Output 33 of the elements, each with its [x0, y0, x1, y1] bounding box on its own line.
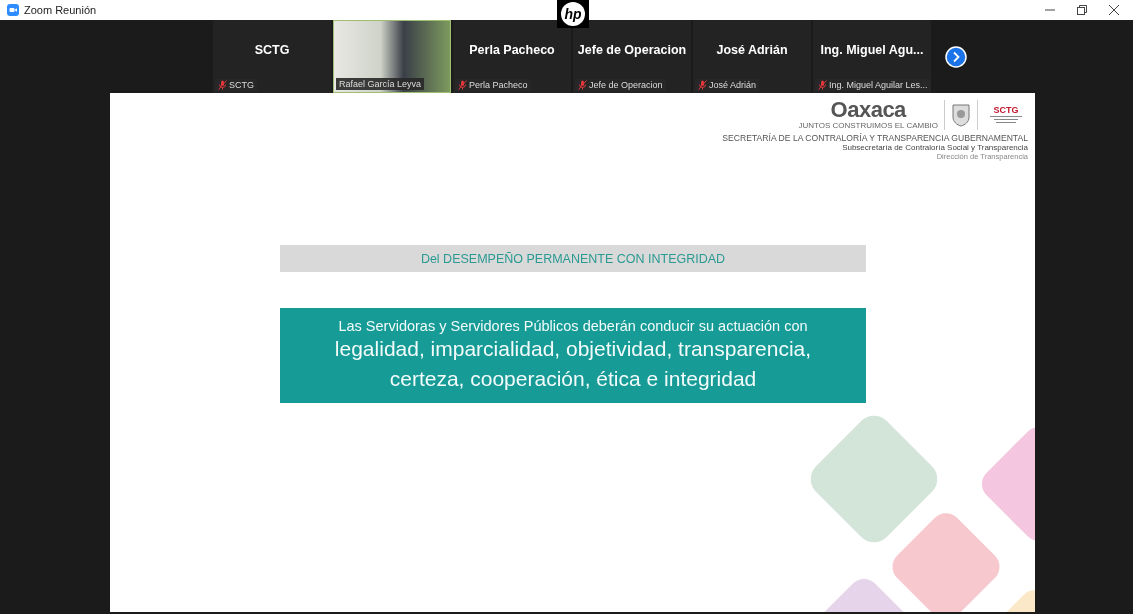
next-page-button[interactable]: [945, 45, 967, 68]
suborganization-name: Subsecretaría de Contraloría Social y Transparencia: [842, 143, 1028, 152]
coat-of-arms-icon: [951, 102, 971, 127]
participant-label: Jefe de Operacion: [575, 79, 666, 91]
participant-tile[interactable]: Perla Pacheco Perla Pacheco: [453, 20, 571, 93]
participant-tile[interactable]: José Adrián José Adrián: [693, 20, 811, 93]
participant-name: Ing. Miguel Agu...: [820, 42, 924, 57]
participant-name: Jefe de Operacion: [577, 42, 687, 57]
participant-label: Perla Pacheco: [455, 79, 531, 91]
organization-name: SECRETARÍA DE LA CONTRALORÍA Y TRANSPARENCIA GUBERNAMENTAL: [722, 133, 1028, 143]
participant-label: SCTG: [215, 79, 257, 91]
participant-label: Rafael García Leyva: [336, 78, 425, 90]
close-icon[interactable]: [1109, 5, 1119, 15]
participant-label: Ing. Miguel Aguilar Les...: [815, 79, 931, 91]
participant-label: José Adrián: [695, 79, 760, 91]
video-camera-icon: [7, 4, 19, 16]
restore-icon[interactable]: [1077, 5, 1087, 15]
slide-heading: Del DESEMPEÑO PERMANENTE CON INTEGRIDAD: [280, 245, 866, 272]
lead-text: Las Servidoras y Servidores Públicos deberán conducir su actuación con: [338, 317, 808, 334]
participant-tile[interactable]: Ing. Miguel Agu... Ing. Miguel Aguilar Les...: [813, 20, 931, 93]
fine-print-drawing: [988, 114, 1024, 125]
values-text: legalidad, imparcialidad, objetividad, transparencia,: [334, 335, 812, 362]
logo-tagline: JUNTOS CONSTRUIMOS EL CAMBIO: [798, 121, 938, 130]
window-title: Zoom Reunión: [24, 4, 97, 16]
participant-tile[interactable]: SCTG SCTG: [213, 20, 331, 93]
hp-logo: hp: [557, 0, 589, 28]
sctg-logo: SCTG: [993, 104, 1019, 115]
participant-name: Perla Pacheco: [469, 42, 555, 57]
values-text: certeza, cooperación, ética e integridad: [389, 365, 757, 392]
oaxaca-logo: Oaxaca: [830, 99, 906, 121]
participant-name: SCTG: [254, 42, 290, 57]
participant-name: José Adrián: [716, 42, 788, 57]
video-tile[interactable]: Rafael García Leyva: [333, 20, 451, 93]
